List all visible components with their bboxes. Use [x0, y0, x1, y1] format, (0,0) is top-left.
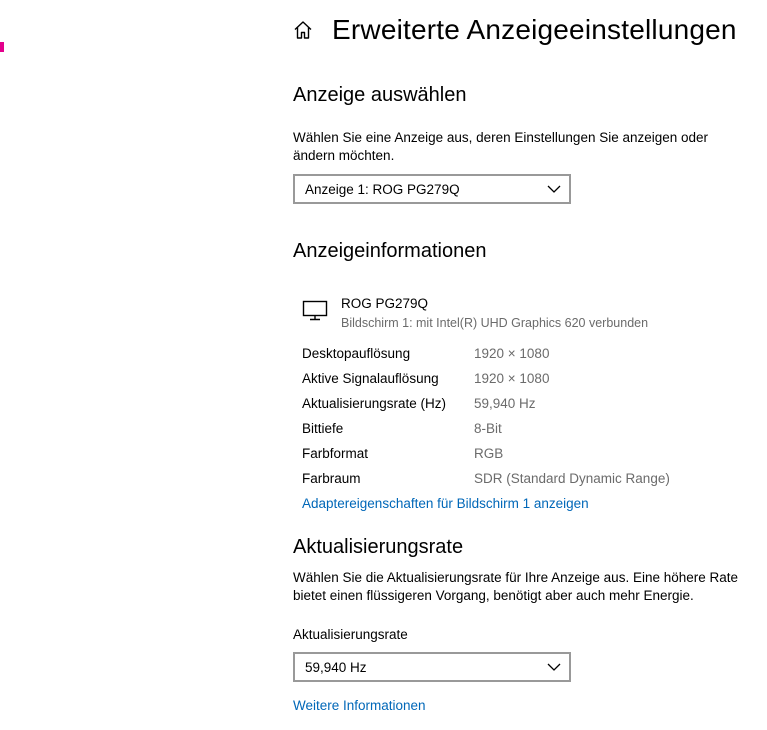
page-header: Erweiterte Anzeigeeinstellungen — [292, 14, 737, 46]
refresh-rate-description: Wählen Sie die Aktualisierungsrate für I… — [293, 570, 739, 603]
refresh-rate-value: 59,940 Hz — [305, 659, 367, 675]
refresh-rate-field-label: Aktualisierungsrate — [293, 627, 408, 642]
select-display-description: Wählen Sie eine Anzeige aus, deren Einst… — [293, 130, 709, 163]
more-info-link[interactable]: Weitere Informationen — [293, 698, 426, 713]
info-label: Farbformat — [302, 446, 369, 461]
info-value: 59,940 Hz — [474, 396, 536, 411]
accent-marker — [0, 42, 4, 52]
display-select-value: Anzeige 1: ROG PG279Q — [305, 181, 460, 197]
display-select-dropdown[interactable]: Anzeige 1: ROG PG279Q — [293, 174, 571, 204]
page-title: Erweiterte Anzeigeeinstellungen — [332, 14, 737, 45]
info-label: Bittiefe — [302, 421, 344, 436]
chevron-down-icon — [547, 185, 561, 193]
select-display-heading: Anzeige auswählen — [293, 84, 467, 106]
monitor-icon — [302, 300, 328, 321]
home-icon[interactable] — [292, 19, 314, 41]
info-value: RGB — [474, 446, 504, 461]
info-label: Aktive Signalauflösung — [302, 371, 439, 386]
settings-page: Erweiterte Anzeigeeinstellungen Anzeige … — [0, 0, 767, 730]
adapter-properties-link[interactable]: Adaptereigenschaften für Bildschirm 1 an… — [302, 496, 589, 511]
info-value: 1920 × 1080 — [474, 346, 550, 361]
info-value: 1920 × 1080 — [474, 371, 550, 386]
info-label: Aktualisierungsrate (Hz) — [302, 396, 447, 411]
info-value: SDR (Standard Dynamic Range) — [474, 471, 670, 486]
display-info-heading: Anzeigeinformationen — [293, 240, 487, 262]
monitor-name: ROG PG279Q — [341, 296, 429, 311]
chevron-down-icon — [547, 663, 561, 671]
monitor-subtitle: Bildschirm 1: mit Intel(R) UHD Graphics … — [341, 316, 649, 330]
info-label: Farbraum — [302, 471, 361, 486]
refresh-rate-heading: Aktualisierungsrate — [293, 536, 464, 558]
info-value: 8-Bit — [474, 421, 502, 436]
info-label: Desktopauflösung — [302, 346, 411, 361]
refresh-rate-dropdown[interactable]: 59,940 Hz — [293, 652, 571, 682]
